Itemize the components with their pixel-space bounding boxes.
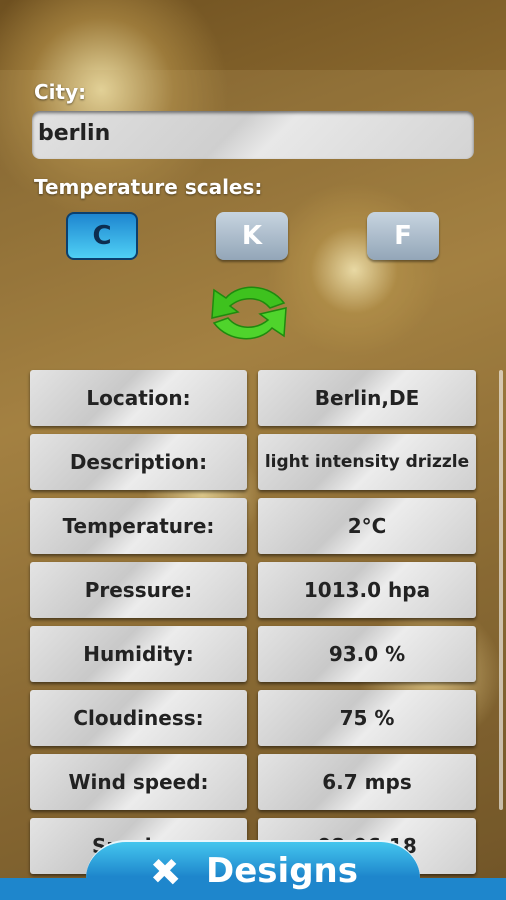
scale-c-button[interactable]: C bbox=[66, 212, 138, 260]
row-value: 2°C bbox=[258, 498, 476, 554]
row-label: Description: bbox=[30, 434, 247, 490]
row-label: Temperature: bbox=[30, 498, 247, 554]
row-value: Berlin,DE bbox=[258, 370, 476, 426]
row-label: Pressure: bbox=[30, 562, 247, 618]
row-label: Cloudiness: bbox=[30, 690, 247, 746]
pencil-ruler-icon bbox=[152, 858, 179, 885]
row-label: Wind speed: bbox=[30, 754, 247, 810]
row-value: light intensity drizzle bbox=[258, 434, 476, 490]
row-value: 6.7 mps bbox=[258, 754, 476, 810]
row-label: Location: bbox=[30, 370, 247, 426]
scale-f-button[interactable]: F bbox=[367, 212, 439, 260]
refresh-icon[interactable] bbox=[204, 278, 294, 348]
scale-k-button[interactable]: K bbox=[216, 212, 288, 260]
row-value: 75 % bbox=[258, 690, 476, 746]
row-value: 93.0 % bbox=[258, 626, 476, 682]
designs-label: Designs bbox=[206, 851, 358, 891]
scales-label: Temperature scales: bbox=[34, 175, 263, 199]
designs-tab[interactable]: Designs bbox=[86, 840, 420, 900]
city-input[interactable]: berlin bbox=[32, 111, 474, 159]
city-label: City: bbox=[34, 80, 87, 104]
scrollbar[interactable] bbox=[499, 370, 503, 810]
row-value: 1013.0 hpa bbox=[258, 562, 476, 618]
row-label: Humidity: bbox=[30, 626, 247, 682]
